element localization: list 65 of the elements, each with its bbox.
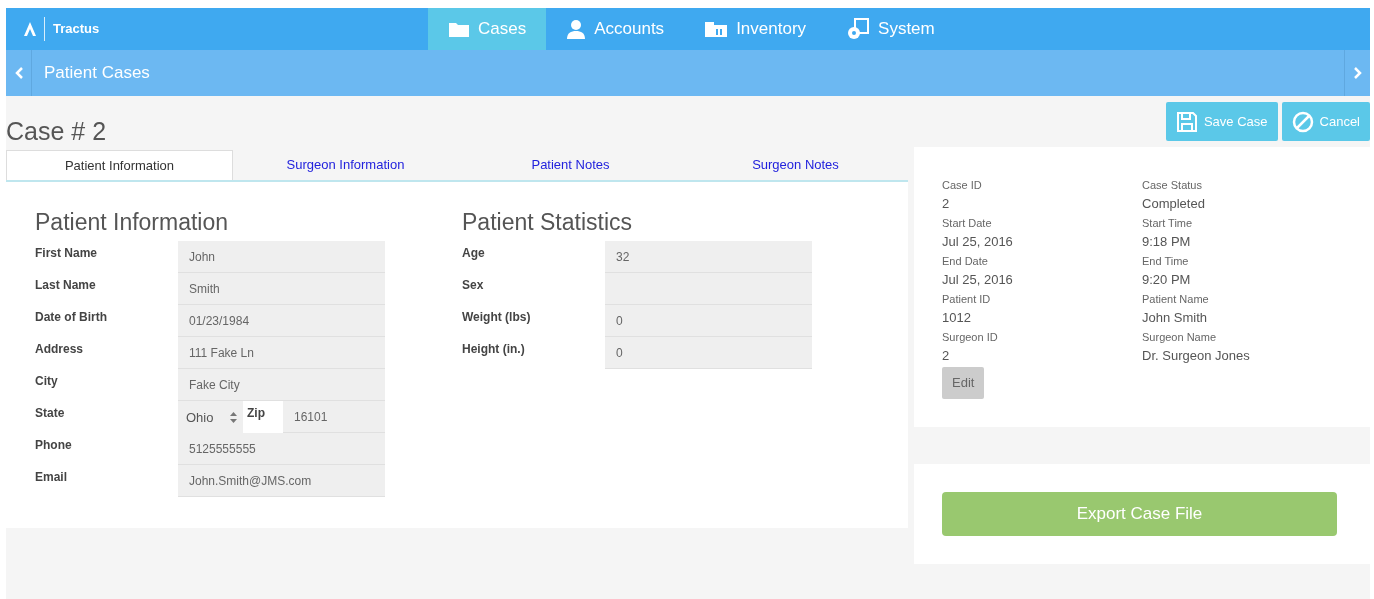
- state-select[interactable]: Ohio: [178, 401, 243, 434]
- info-label: Start Date: [942, 216, 993, 231]
- info-value: John Smith: [1142, 308, 1209, 327]
- tab[interactable]: Patient Information: [6, 150, 233, 180]
- input-field[interactable]: [605, 273, 812, 306]
- field-label: City: [35, 373, 59, 391]
- page-title: Patient Cases: [44, 62, 150, 85]
- field-label: First Name: [35, 245, 99, 263]
- field-label: Sex: [462, 277, 485, 295]
- info-label: Case Status: [1142, 178, 1203, 193]
- tab[interactable]: Patient Notes: [458, 150, 683, 180]
- input-field[interactable]: Smith: [178, 273, 385, 306]
- shelf-icon: [704, 20, 729, 38]
- info-value: 2: [942, 194, 951, 213]
- folder-icon: [448, 20, 470, 38]
- gear-icon: [846, 18, 871, 40]
- info-value: Jul 25, 2016: [942, 232, 1014, 251]
- input-field[interactable]: Fake City: [178, 369, 385, 402]
- input-field[interactable]: 111 Fake Ln: [178, 337, 385, 370]
- info-label: Start Time: [1142, 216, 1194, 231]
- field-label: Date of Birth: [35, 309, 108, 327]
- logo-icon: [24, 22, 36, 36]
- info-label: Patient Name: [1142, 292, 1210, 307]
- info-value: Completed: [1142, 194, 1206, 213]
- input-field[interactable]: 32: [605, 241, 812, 274]
- field-label: Last Name: [35, 277, 97, 295]
- field-label: Age: [462, 245, 486, 263]
- info-value: Jul 25, 2016: [942, 270, 1014, 289]
- info-value: Dr. Surgeon Jones: [1142, 346, 1251, 365]
- brand-name: Tractus: [53, 20, 100, 39]
- input-field[interactable]: 0: [605, 337, 812, 370]
- info-value: 9:20 PM: [1142, 270, 1192, 289]
- info-label: End Time: [1142, 254, 1190, 269]
- section-heading: Patient Statistics: [462, 210, 634, 236]
- field-label: Weight (lbs): [462, 309, 532, 327]
- field-label: Phone: [35, 437, 73, 455]
- info-label: Surgeon Name: [1142, 330, 1217, 345]
- tab[interactable]: Surgeon Information: [233, 150, 458, 180]
- input-field[interactable]: 5125555555: [178, 433, 385, 466]
- save-icon: [1175, 110, 1198, 133]
- input-field[interactable]: 01/23/1984: [178, 305, 385, 338]
- chevron-left-icon: [14, 67, 23, 79]
- info-label: Patient ID: [942, 292, 992, 307]
- field-label: State: [35, 405, 66, 423]
- input-field[interactable]: 0: [605, 305, 812, 338]
- chevron-right-icon: [1353, 67, 1362, 79]
- field-label: Height (in.): [462, 341, 526, 359]
- input-field[interactable]: 16101: [283, 401, 385, 434]
- info-value: 1012: [942, 308, 972, 327]
- field-label: Email: [35, 469, 68, 487]
- info-value: 2: [942, 346, 951, 365]
- info-label: Surgeon ID: [942, 330, 999, 345]
- person-icon: [566, 19, 587, 39]
- edit-button[interactable]: Edit: [942, 367, 985, 399]
- field-label: Address: [35, 341, 85, 359]
- cancel-icon: [1291, 110, 1314, 133]
- info-label: End Date: [942, 254, 989, 269]
- case-title: Case # 2: [6, 119, 107, 144]
- input-field[interactable]: John: [178, 241, 385, 274]
- input-field[interactable]: John.Smith@JMS.com: [178, 465, 385, 498]
- tab[interactable]: Surgeon Notes: [683, 150, 908, 180]
- section-heading: Patient Information: [35, 210, 230, 236]
- info-value: 9:18 PM: [1142, 232, 1192, 251]
- info-label: Case ID: [942, 178, 983, 193]
- sort-arrows-icon: [230, 411, 237, 423]
